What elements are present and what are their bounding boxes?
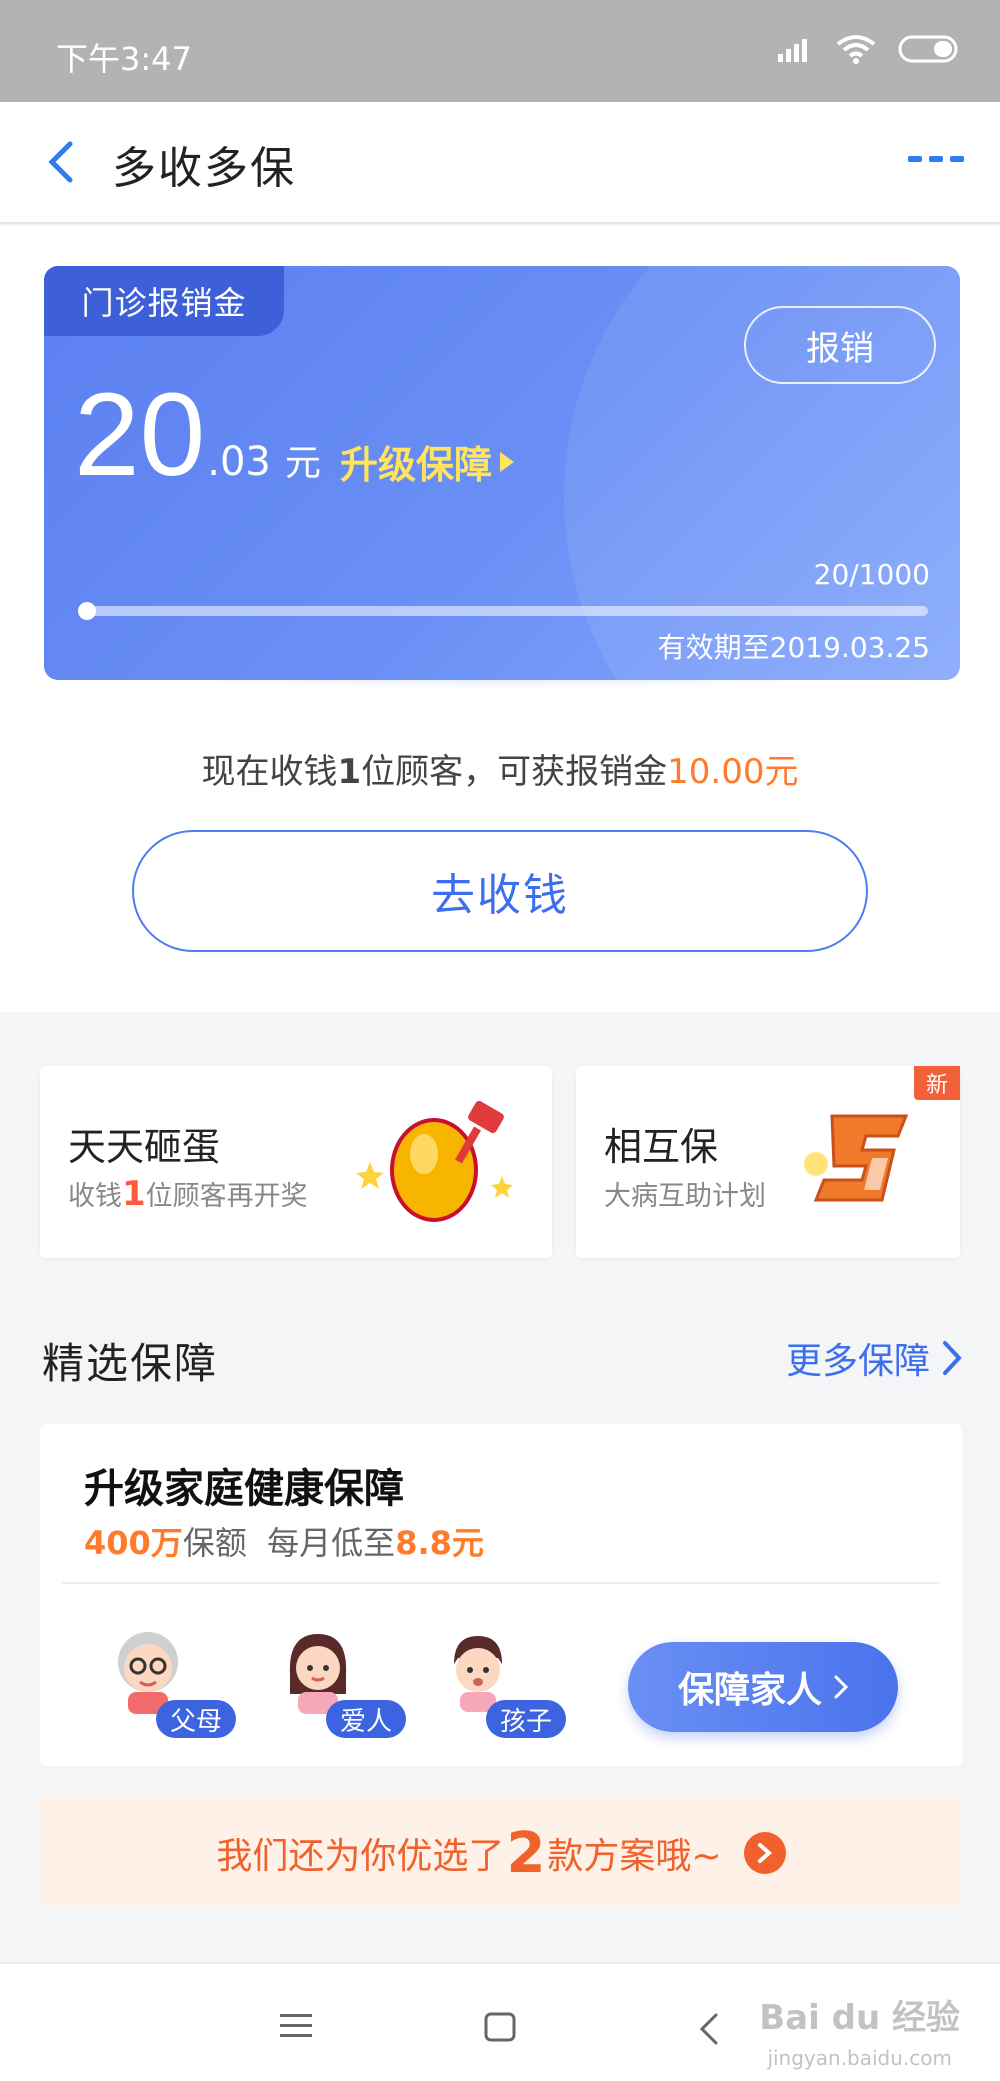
claim-button[interactable]: 报销 [744,306,936,384]
feature-subtitle: 收钱1位顾客再开奖 [68,1174,308,1214]
expire-date: 有效期至2019.03.25 [657,631,930,664]
chevron-right-icon [943,1341,962,1375]
battery-icon [898,35,958,63]
hint-middle: 位顾客，可获报销金 [361,752,668,792]
more-protection-label: 更多保障 [785,1341,930,1382]
more-protection-link[interactable]: 更多保障 [786,1332,962,1384]
divider [62,1582,940,1584]
hint-amount: 10.00元 [667,752,799,792]
home-icon[interactable] [484,2012,516,2042]
new-badge: 新 [914,1066,960,1100]
nav-bar: 多收多保 [0,102,1000,224]
feature-title: 相互保 [604,1125,719,1169]
protect-family-label: 保障家人 [677,1670,822,1711]
chevron-right-icon [834,1675,848,1699]
plan-number: 2 [506,1820,546,1886]
card-tag: 门诊报销金 [44,266,284,336]
status-icons [778,34,960,64]
protect-family-button[interactable]: 保障家人 [628,1642,898,1732]
progress-fill [78,602,96,620]
feature-card-smash-egg[interactable]: 天天砸蛋 收钱1位顾客再开奖 [40,1066,552,1258]
page-title: 多收多保 [112,143,296,194]
monthly-prefix: 每月低至 [267,1524,396,1562]
reward-hint: 现在收钱1位顾客，可获报销金10.00元 [0,744,1000,793]
hint-count: 1 [337,752,362,792]
watermark-url: jingyan.baidu.com [767,2046,952,2070]
plan-prefix: 我们还为你优选了 [216,1836,505,1877]
feature-sub-prefix: 收钱 [68,1181,122,1212]
signal-icon [778,39,807,62]
insurance-subtitle: 400万保额 每月低至8.8元 [84,1518,484,1564]
menu-icon[interactable] [280,2012,312,2040]
family-insurance-card[interactable]: 升级家庭健康保障 400万保额 每月低至8.8元 父母 爱人 孩子 保障家人 [40,1424,962,1766]
feature-sub-number: 1 [122,1174,146,1214]
amount-unit: 元 [284,443,321,484]
amount-decimal: .03 [207,439,271,485]
feature-subtitle: 大病互助计划 [604,1181,766,1212]
amount-integer: 20 [74,369,206,501]
xianghubao-logo-icon [804,1114,909,1202]
upgrade-link[interactable]: 升级保障 [340,434,515,489]
member-spouse[interactable]: 爱人 [280,1624,407,1740]
reimburse-card: 门诊报销金 报销 20 .03 元 升级保障 20/1000 有效期至2019.… [44,266,960,680]
back-nav-icon[interactable] [698,2012,720,2046]
upgrade-label: 升级保障 [340,443,493,487]
insurance-title: 升级家庭健康保障 [84,1466,404,1512]
more-dot-icon [950,156,964,162]
status-time: 下午3:47 [56,40,192,78]
member-parent[interactable]: 父母 [110,1624,237,1740]
coverage-suffix: 保额 [182,1524,247,1562]
progress-text: 20/1000 [813,558,930,591]
wifi-icon [836,35,876,64]
feature-card-mutual-protection[interactable]: 相互保 大病互助计划 新 [576,1066,960,1258]
plan-suffix: 款方案哦~ [547,1836,722,1877]
back-button[interactable] [32,134,88,190]
hint-prefix: 现在收钱 [201,752,338,792]
golden-egg-hammer-icon [356,1100,513,1222]
triangle-right-icon [500,451,515,472]
monthly-amount: 8.8元 [395,1524,484,1562]
member-label: 父母 [156,1700,237,1738]
member-child[interactable]: 孩子 [440,1624,567,1740]
feature-title: 天天砸蛋 [68,1125,221,1169]
more-options-button[interactable] [908,156,964,162]
reimburse-amount: 20 .03 元 [74,376,321,494]
section-title: 精选保障 [42,1339,219,1388]
status-bar: 下午3:47 [0,0,1000,102]
more-dot-icon [929,156,943,162]
coverage-amount: 400万 [84,1524,183,1562]
chevron-left-icon [48,141,73,183]
collect-money-button[interactable]: 去收钱 [132,830,868,952]
watermark: Bai du 经验 [759,1998,960,2038]
plan-recommendation-banner[interactable]: 我们还为你优选了 2 款方案哦~ [40,1798,962,1908]
more-dot-icon [908,156,922,162]
arrow-right-circle-icon [743,1832,786,1874]
member-label: 爱人 [326,1700,407,1738]
feature-sub-suffix: 位顾客再开奖 [145,1181,308,1212]
progress-bar [78,602,928,620]
member-label: 孩子 [486,1700,567,1738]
